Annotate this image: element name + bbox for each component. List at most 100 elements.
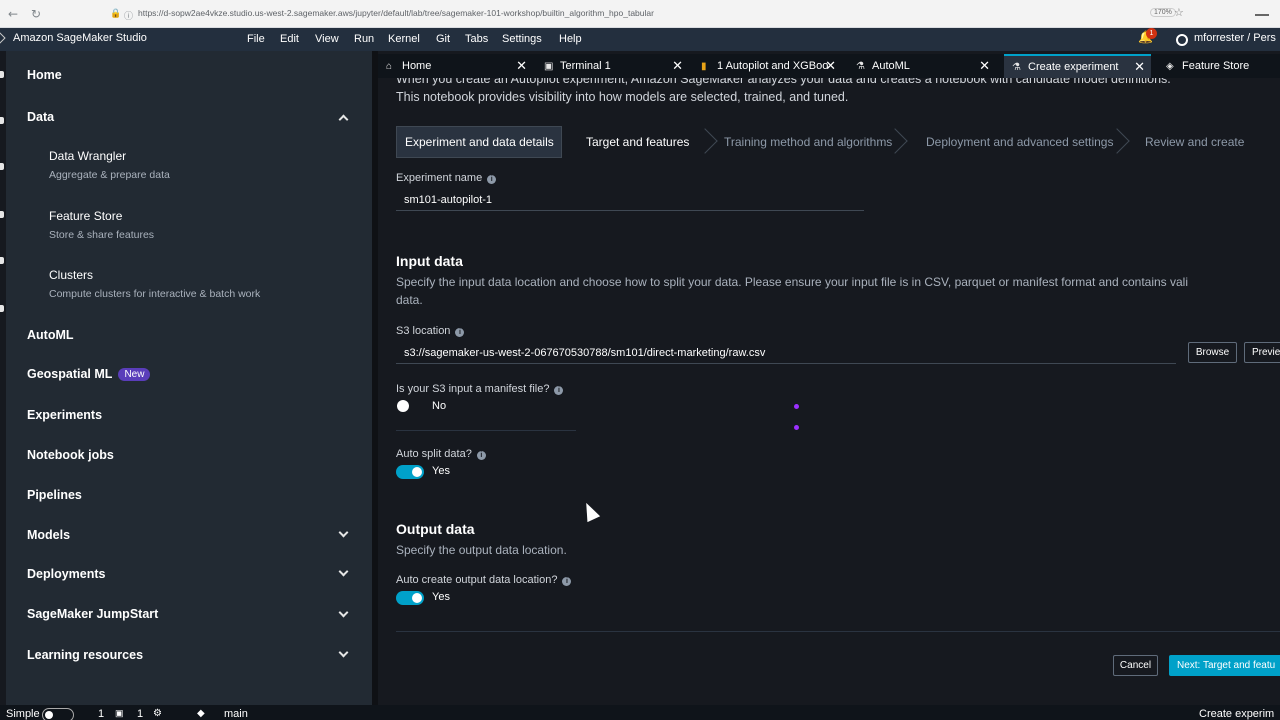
sidebar-item-experiments[interactable]: Experiments xyxy=(27,408,102,422)
reload-icon[interactable]: ↻ xyxy=(31,7,41,21)
tab-terminal[interactable]: ▣ Terminal 1 ✕ xyxy=(536,54,689,78)
menu-run[interactable]: Run xyxy=(354,33,374,45)
intro-line: When you create an Autopilot experiment,… xyxy=(396,78,1171,86)
tab-automl[interactable]: ⚗ AutoML ✕ xyxy=(848,54,996,78)
minimize-icon[interactable] xyxy=(1255,14,1269,16)
terminal-status-icon[interactable]: ▣ xyxy=(115,708,124,719)
sidebar-item-feature-store[interactable]: Feature Store Store & share features xyxy=(49,209,154,241)
close-icon[interactable]: ✕ xyxy=(1134,56,1145,78)
simple-mode-toggle[interactable] xyxy=(42,708,74,720)
info-icon[interactable]: i xyxy=(455,328,465,337)
tab-label: Create experiment xyxy=(1028,61,1119,73)
output-data-title: Output data xyxy=(396,521,475,537)
sidebar-item-learning[interactable]: Learning resources xyxy=(27,648,143,662)
sidebar-item-clusters[interactable]: Clusters Compute clusters for interactiv… xyxy=(49,268,260,300)
info-icon[interactable]: i xyxy=(487,175,497,184)
chevron-down-icon[interactable] xyxy=(338,607,349,618)
cancel-button[interactable]: Cancel xyxy=(1113,655,1158,676)
chevron-down-icon[interactable] xyxy=(338,647,349,658)
browse-button[interactable]: Browse xyxy=(1188,342,1237,363)
tab-label: AutoML xyxy=(872,60,910,72)
manifest-radio[interactable] xyxy=(397,400,409,412)
rail-icon-git[interactable] xyxy=(0,163,4,170)
home-icon: ⌂ xyxy=(386,61,393,72)
next-button[interactable]: Next: Target and featu xyxy=(1169,655,1280,676)
user-icon[interactable] xyxy=(1176,34,1188,46)
sidebar-item-notebook-jobs[interactable]: Notebook jobs xyxy=(27,448,114,462)
menu-settings[interactable]: Settings xyxy=(502,33,542,45)
tab-label: Terminal 1 xyxy=(560,60,611,72)
auto-output-toggle[interactable] xyxy=(396,591,424,605)
tab-label: Home xyxy=(402,60,432,72)
rail-icon-running[interactable] xyxy=(0,211,4,218)
sidebar-item-data-wrangler[interactable]: Data Wrangler Aggregate & prepare data xyxy=(49,149,170,181)
user-name[interactable]: mforrester / Pers xyxy=(1194,32,1276,44)
sidebar-item-label: Clusters xyxy=(49,268,94,282)
menu-kernel[interactable]: Kernel xyxy=(388,33,420,45)
close-icon[interactable]: ✕ xyxy=(825,54,836,78)
menu-tabs[interactable]: Tabs xyxy=(465,33,488,45)
chevron-down-icon[interactable] xyxy=(338,527,349,538)
browser-bar: ← ↻ 🔒 ⓘ https://d-sopw2ae4vkze.studio.us… xyxy=(0,0,1280,28)
sidebar-item-geospatial[interactable]: Geospatial ML New xyxy=(27,367,151,381)
rail-icon-home[interactable] xyxy=(0,71,4,78)
wizard-footer: Cancel Next: Target and featu xyxy=(378,648,1280,688)
close-icon[interactable]: ✕ xyxy=(979,54,990,78)
auto-split-value: Yes xyxy=(432,465,450,477)
sidebar-item-data[interactable]: Data xyxy=(27,110,54,124)
notebook-icon: ▮ xyxy=(701,61,707,72)
info-icon[interactable]: i xyxy=(476,451,486,460)
input-data-title: Input data xyxy=(396,253,463,269)
tab-label: Feature Store xyxy=(1182,60,1250,72)
menu-help[interactable]: Help xyxy=(559,33,582,45)
sidebar-item-home[interactable]: Home xyxy=(27,68,62,82)
menu-file[interactable]: File xyxy=(247,33,265,45)
tab-home[interactable]: ⌂ Home ✕ xyxy=(378,54,533,78)
label-text: Auto create output data location? xyxy=(396,574,558,586)
rail-icon-toc[interactable] xyxy=(0,257,4,264)
git-branch-name[interactable]: main xyxy=(224,708,248,720)
experiment-name-input[interactable]: sm101-autopilot-1 xyxy=(396,189,864,211)
step-target-features[interactable]: Target and features xyxy=(578,126,708,158)
chevron-down-icon[interactable] xyxy=(338,566,349,577)
site-info-icon[interactable]: ⓘ xyxy=(124,9,133,22)
sidebar-item-desc: Store & share features xyxy=(49,229,155,241)
lock-icon: 🔒 xyxy=(110,9,122,19)
manifest-value: No xyxy=(432,400,447,412)
address-bar[interactable]: https://d-sopw2ae4vkze.studio.us-west-2.… xyxy=(138,8,654,18)
close-icon[interactable]: ✕ xyxy=(516,54,527,78)
sidebar-item-jumpstart[interactable]: SageMaker JumpStart xyxy=(27,607,158,621)
tab-create-experiment[interactable]: ⚗ Create experiment ✕ xyxy=(1004,54,1151,78)
zoom-indicator[interactable]: 170% xyxy=(1150,8,1176,17)
info-icon[interactable]: i xyxy=(562,577,572,586)
info-icon[interactable]: i xyxy=(554,386,564,395)
notification-badge: 1 xyxy=(1146,28,1157,39)
menu-edit[interactable]: Edit xyxy=(280,33,299,45)
divider xyxy=(396,631,1280,632)
sidebar-item-deployments[interactable]: Deployments xyxy=(27,567,106,581)
menu-view[interactable]: View xyxy=(315,33,339,45)
back-icon[interactable]: ← xyxy=(8,7,18,21)
sidebar-item-automl[interactable]: AutoML xyxy=(27,328,74,342)
studio-logo-icon xyxy=(0,32,6,44)
sidebar-item-pipelines[interactable]: Pipelines xyxy=(27,488,82,502)
rail-icon-folder[interactable] xyxy=(0,117,4,124)
chevron-up-icon[interactable] xyxy=(338,114,349,125)
tab-autopilot-notebook[interactable]: ▮ 1 Autopilot and XGBoo ✕ xyxy=(693,54,842,78)
label-text: Experiment name xyxy=(396,172,483,184)
flask-icon: ⚗ xyxy=(856,61,865,72)
create-experiment-panel: When you create an Autopilot experiment,… xyxy=(378,78,1280,705)
step-experiment-details[interactable]: Experiment and data details xyxy=(396,126,562,158)
preview-button[interactable]: Previe xyxy=(1244,342,1280,363)
loading-dot xyxy=(794,425,799,430)
auto-split-toggle[interactable] xyxy=(396,465,424,479)
bookmark-star-icon[interactable]: ☆ xyxy=(1174,6,1184,19)
tab-feature-store[interactable]: ◈ Feature Store xyxy=(1158,54,1280,78)
menu-git[interactable]: Git xyxy=(436,33,450,45)
close-icon[interactable]: ✕ xyxy=(672,54,683,78)
rail-icon-extensions[interactable] xyxy=(0,305,4,312)
sidebar-item-models[interactable]: Models xyxy=(27,528,70,542)
label-text: Auto split data? xyxy=(396,448,472,460)
s3-location-input[interactable]: s3://sagemaker-us-west-2-067670530788/sm… xyxy=(396,342,1176,364)
kernel-status-icon[interactable]: ⚙ xyxy=(153,708,162,719)
